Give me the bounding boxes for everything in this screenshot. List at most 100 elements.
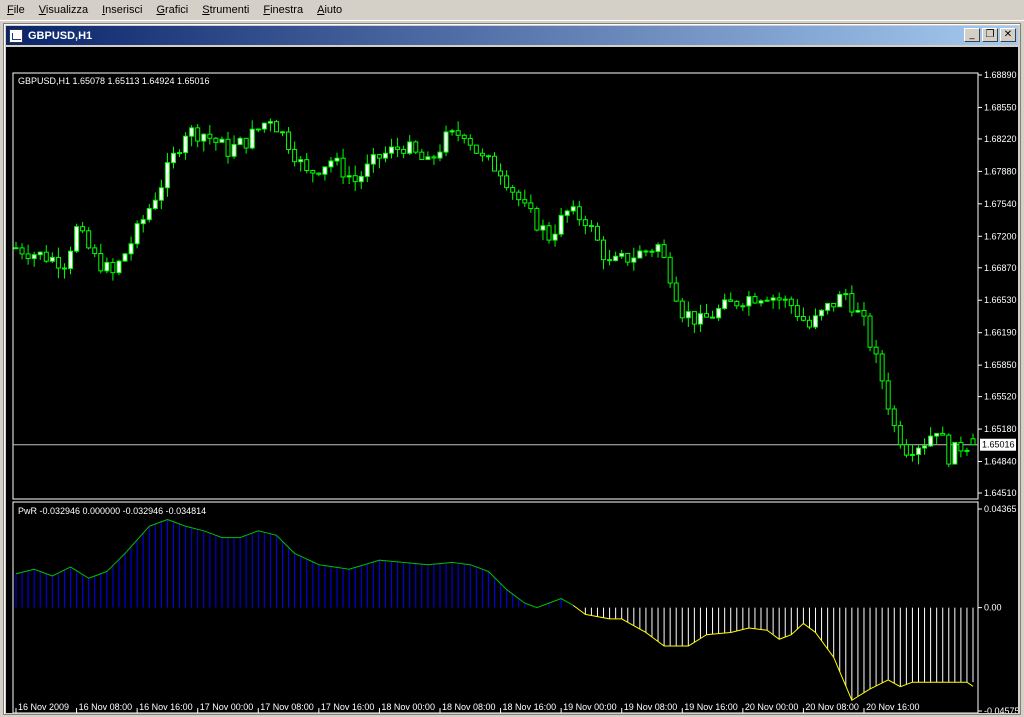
candle-body — [286, 131, 292, 150]
indicator-pane-border — [12, 501, 979, 714]
candle-body — [334, 157, 340, 162]
indicator-axis-label: 0.00 — [984, 603, 1002, 613]
candle-body — [679, 300, 685, 319]
time-axis-label: 19 Nov 08:00 — [624, 702, 678, 712]
candle-body — [237, 137, 243, 145]
candle-body — [691, 311, 697, 325]
candle-body — [292, 148, 298, 163]
price-pane: GBPUSD,H1 1.65078 1.65113 1.64924 1.6501… — [12, 70, 1017, 500]
menu-grafici[interactable]: Grafici — [149, 0, 195, 21]
candle-body — [516, 191, 522, 201]
chart-canvas[interactable]: GBPUSD,H1 1.65078 1.65113 1.64924 1.6501… — [6, 47, 1020, 716]
candle-body — [601, 239, 607, 261]
candle-body — [128, 243, 134, 255]
candle-body — [594, 225, 600, 241]
candle-body — [558, 214, 564, 235]
candle-body — [382, 152, 388, 159]
candle-body — [68, 250, 74, 270]
candle-body — [364, 163, 370, 177]
candle-body — [776, 297, 782, 301]
candle-body — [631, 257, 637, 263]
menu-visualizza[interactable]: Visualizza — [32, 0, 95, 21]
time-axis-label: 17 Nov 00:00 — [200, 702, 254, 712]
candle-body — [576, 206, 582, 221]
price-axis-label: 1.65180 — [984, 424, 1017, 434]
candle-body — [498, 170, 504, 177]
candle-body — [764, 299, 770, 302]
candle-body — [110, 261, 116, 274]
candle-body — [425, 156, 431, 160]
candle-body — [897, 425, 903, 446]
candle-body — [43, 251, 49, 262]
candle-body — [588, 225, 594, 228]
price-axis-label: 1.66870 — [984, 263, 1017, 273]
menu-strumenti[interactable]: Strumenti — [195, 0, 256, 21]
candle-body — [140, 219, 146, 225]
chart-window-icon — [9, 28, 23, 43]
indicator-pane-title: PwR -0.032946 0.000000 -0.032946 -0.0348… — [18, 506, 206, 516]
candle-body — [800, 316, 806, 321]
candle-body — [255, 128, 261, 131]
time-axis-label: 20 Nov 16:00 — [866, 702, 920, 712]
menu-file[interactable]: File — [0, 0, 32, 21]
candle-body — [170, 152, 176, 164]
candle-body — [734, 300, 740, 307]
candle-body — [437, 151, 443, 159]
candle-body — [55, 256, 61, 269]
candle-body — [607, 259, 613, 262]
chart-area[interactable]: GBPUSD,H1 1.65078 1.65113 1.64924 1.6501… — [6, 47, 1020, 716]
candle-body — [195, 127, 201, 142]
price-axis-label: 1.65850 — [984, 360, 1017, 370]
candle-body — [752, 296, 758, 304]
candle-body — [831, 302, 837, 308]
candle-body — [667, 256, 673, 284]
candle-body — [909, 453, 915, 456]
candle-body — [552, 233, 558, 241]
candle-body — [25, 253, 31, 260]
window-title: GBPUSD,H1 — [28, 29, 93, 42]
candle-body — [934, 432, 940, 437]
price-axis-label: 1.67540 — [984, 199, 1017, 209]
candle-body — [788, 298, 794, 307]
time-axis-label: 17 Nov 16:00 — [321, 702, 375, 712]
candle-body — [891, 408, 897, 427]
minimize-button[interactable]: _ — [964, 28, 980, 42]
current-price-label: 1.65016 — [982, 440, 1015, 450]
candle-body — [231, 143, 237, 157]
candle-body — [13, 247, 19, 250]
candle-body — [915, 447, 921, 455]
candle-body — [158, 187, 164, 201]
candle-body — [443, 131, 449, 153]
chart-window: GBPUSD,H1 _ ❐ ✕ GBPUSD,H1 1.65078 1.6511… — [3, 23, 1021, 716]
candle-body — [643, 250, 649, 253]
menu-finestra[interactable]: Finestra — [256, 0, 310, 21]
time-axis-label: 16 Nov 2009 — [18, 702, 69, 712]
window-titlebar[interactable]: GBPUSD,H1 _ ❐ ✕ — [6, 26, 1018, 45]
menu-aiuto[interactable]: Aiuto — [310, 0, 349, 21]
price-axis-label: 1.66530 — [984, 295, 1017, 305]
candle-body — [522, 199, 528, 204]
candle-body — [92, 247, 98, 255]
menu-inserisci[interactable]: Inserisci — [95, 0, 149, 21]
candle-body — [879, 353, 885, 382]
candle-body — [328, 160, 334, 168]
candle-body — [673, 282, 679, 302]
indicator-axis-label: 0.04365 — [984, 504, 1017, 514]
candle-body — [685, 311, 691, 319]
candle-body — [855, 309, 861, 313]
candle-body — [964, 449, 970, 452]
candle-body — [528, 202, 534, 210]
price-pane-title: GBPUSD,H1 1.65078 1.65113 1.64924 1.6501… — [18, 76, 209, 86]
close-button[interactable]: ✕ — [1000, 28, 1016, 42]
candle-body — [298, 159, 304, 163]
candle-body — [794, 305, 800, 318]
time-axis-label: 20 Nov 00:00 — [745, 702, 799, 712]
candle-body — [485, 155, 491, 158]
time-axis-label: 19 Nov 16:00 — [684, 702, 738, 712]
candle-body — [813, 315, 819, 328]
candle-body — [116, 260, 122, 274]
price-pane-border — [12, 72, 979, 500]
restore-button[interactable]: ❐ — [982, 28, 998, 42]
candle-body — [952, 441, 958, 465]
candle-body — [407, 141, 413, 154]
